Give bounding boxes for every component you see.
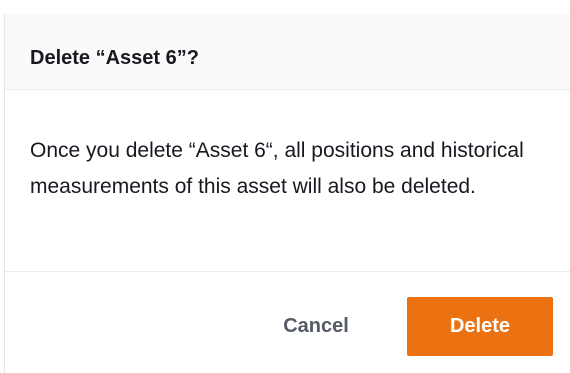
delete-asset-dialog: Delete “Asset 6”? Once you delete “Asset… [4,14,570,373]
footer-divider [5,271,570,272]
dialog-title: Delete “Asset 6”? [30,47,199,69]
dialog-message: Once you delete “Asset 6“, all positions… [30,139,524,198]
cancel-button[interactable]: Cancel [251,297,381,356]
delete-button[interactable]: Delete [407,297,553,356]
dialog-header: Delete “Asset 6”? [5,14,570,90]
